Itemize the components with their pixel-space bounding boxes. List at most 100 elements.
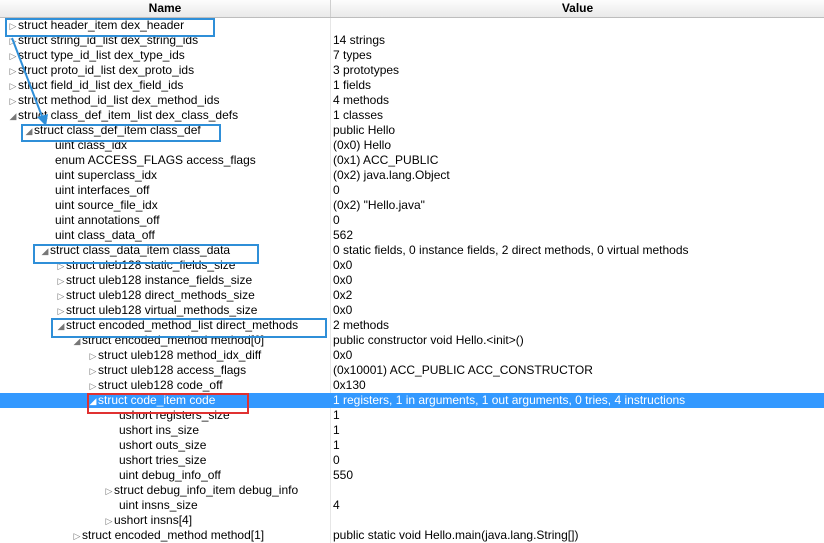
collapsed-triangle-icon[interactable]: ▷ [88,349,98,363]
tree-row[interactable]: ▷ struct uleb128 direct_methods_size 0x2 [0,288,824,303]
tree-row-value: 1 [333,408,340,422]
tree-row-value: 0 [333,213,340,227]
tree-row-name: uint class_idx [55,138,128,152]
tree-row[interactable]: ▷ struct uleb128 method_idx_diff 0x0 [0,348,824,363]
collapsed-triangle-icon[interactable]: ▷ [56,259,66,273]
value-column-header[interactable]: Value [331,0,824,17]
tree-row-name: uint source_file_idx [55,198,158,212]
tree-row-value: 0x0 [333,258,353,272]
tree-row-name: struct string_id_list dex_string_ids [18,33,199,47]
tree-row-name: struct header_item dex_header [18,18,185,32]
tree-row-value: 1 classes [333,108,384,122]
column-header: Name Value [0,0,824,18]
tree-row-value: public Hello [333,123,396,137]
expanded-triangle-icon[interactable]: ◢ [24,124,34,138]
tree-row-selected[interactable]: ◢ struct code_item code 1 registers, 1 in … [0,393,824,408]
tree-row[interactable]: uint debug_info_off 550 [0,468,824,483]
tree-row-name: uint insns_size [119,498,198,512]
name-column-header[interactable]: Name [0,0,331,17]
tree-row[interactable]: uint class_idx (0x0) Hello [0,138,824,153]
tree-row[interactable]: ▷ struct uleb128 instance_fields_size 0x0 [0,273,824,288]
tree-row-name-cell: ◢ struct class_data_item class_data [0,243,370,258]
collapsed-triangle-icon[interactable]: ▷ [104,484,114,498]
tree-row[interactable]: uint superclass_idx (0x2) java.lang.Objec… [0,168,824,183]
tree-row[interactable]: ◢ struct class_def_item class_def public H… [0,123,824,138]
expanded-triangle-icon[interactable]: ◢ [8,109,18,123]
tree-row[interactable]: ▷ struct string_id_list dex_string_ids 14 … [0,33,824,48]
expanded-triangle-icon[interactable]: ◢ [56,319,66,333]
tree-row-name-cell: ▷ struct method_id_list dex_method_ids [0,93,338,108]
tree-row[interactable]: ▷ struct debug_info_item debug_info [0,483,824,498]
collapsed-triangle-icon[interactable]: ▷ [88,379,98,393]
tree-row[interactable]: ▷ ushort insns[4] [0,513,824,528]
tree-row-name: ushort ins_size [119,423,200,437]
collapsed-triangle-icon[interactable]: ▷ [8,79,18,93]
tree-row-name: ushort registers_size [119,408,230,422]
expanded-triangle-icon[interactable]: ◢ [40,244,50,258]
tree-view[interactable]: ▷ struct header_item dex_header ▷ struct st… [0,18,824,543]
tree-row-name: struct proto_id_list dex_proto_ids [18,63,195,77]
tree-row-name: uint class_data_off [55,228,155,242]
tree-row-value: (0x2) "Hello.java" [333,198,425,212]
tree-row-name-cell: ◢ struct encoded_method_list direct_metho… [0,318,386,333]
tree-row-value: (0x10001) ACC_PUBLIC ACC_CONSTRUCTOR [333,363,593,377]
tree-row[interactable]: ushort tries_size 0 [0,453,824,468]
tree-row[interactable]: ▷ struct header_item dex_header [0,18,824,33]
collapsed-triangle-icon[interactable]: ▷ [88,364,98,378]
tree-row-value: 14 strings [333,33,386,47]
tree-row-name-cell: ushort ins_size [0,423,449,438]
tree-row-value: 1 [333,423,340,437]
tree-row[interactable]: ushort registers_size 1 [0,408,824,423]
collapsed-triangle-icon[interactable]: ▷ [8,19,18,33]
tree-row-name: struct field_id_list dex_field_ids [18,78,184,92]
tree-row[interactable]: ◢ struct encoded_method_list direct_metho… [0,318,824,333]
collapsed-triangle-icon[interactable]: ▷ [56,304,66,318]
tree-row[interactable]: ▷ struct proto_id_list dex_proto_ids 3 pro… [0,63,824,78]
collapsed-triangle-icon[interactable]: ▷ [56,274,66,288]
tree-row[interactable]: ▷ struct uleb128 virtual_methods_size 0x0 [0,303,824,318]
tree-row[interactable]: ▷ struct encoded_method method[1] public s… [0,528,824,543]
tree-row-name-cell: uint class_data_off [0,228,385,243]
tree-row-name-cell: ushort outs_size [0,438,449,453]
tree-row-value: (0x1) ACC_PUBLIC [333,153,439,167]
collapsed-triangle-icon[interactable]: ▷ [72,529,82,543]
collapsed-triangle-icon[interactable]: ▷ [8,49,18,63]
tree-row-name: ushort tries_size [119,453,207,467]
collapsed-triangle-icon[interactable]: ▷ [104,514,114,528]
tree-row-name: struct method_id_list dex_method_ids [18,93,220,107]
tree-row[interactable]: uint class_data_off 562 [0,228,824,243]
tree-row-name-cell: uint superclass_idx [0,168,385,183]
tree-row[interactable]: ushort outs_size 1 [0,438,824,453]
tree-row-value: 0 static fields, 0 instance fields, 2 di… [333,243,689,257]
tree-row-name: struct code_item code [98,393,216,407]
tree-row[interactable]: ◢ struct class_data_item class_data 0 stat… [0,243,824,258]
tree-row[interactable]: uint interfaces_off 0 [0,183,824,198]
collapsed-triangle-icon[interactable]: ▷ [56,289,66,303]
tree-row[interactable]: uint source_file_idx (0x2) "Hello.java" [0,198,824,213]
collapsed-triangle-icon[interactable]: ▷ [8,34,18,48]
tree-row-value: 0x130 [333,378,366,392]
tree-row[interactable]: ▷ struct uleb128 access_flags (0x10001) AC… [0,363,824,378]
tree-row-name: struct class_data_item class_data [50,243,231,257]
tree-row-value: (0x2) java.lang.Object [333,168,450,182]
tree-row[interactable]: uint insns_size 4 [0,498,824,513]
expanded-triangle-icon[interactable]: ◢ [72,334,82,348]
expanded-triangle-icon[interactable]: ◢ [88,394,98,408]
tree-row-value: 4 [333,498,340,512]
tree-row[interactable]: ◢ struct encoded_method method[0] public c… [0,333,824,348]
tree-row-name: uint superclass_idx [55,168,158,182]
tree-row[interactable]: ▷ struct uleb128 static_fields_size 0x0 [0,258,824,273]
collapsed-triangle-icon[interactable]: ▷ [8,94,18,108]
tree-row-value: 1 fields [333,78,372,92]
tree-row[interactable]: ▷ struct method_id_list dex_method_ids 4 m… [0,93,824,108]
tree-row[interactable]: ▷ struct type_id_list dex_type_ids 7 types [0,48,824,63]
tree-row[interactable]: ◢ struct class_def_item_list dex_class_de… [0,108,824,123]
tree-row-value: 0 [333,183,340,197]
tree-row-name: uint debug_info_off [119,468,221,482]
tree-row[interactable]: ushort ins_size 1 [0,423,824,438]
tree-row[interactable]: enum ACCESS_FLAGS access_flags (0x1) ACC_… [0,153,824,168]
tree-row[interactable]: ▷ struct uleb128 code_off 0x130 [0,378,824,393]
collapsed-triangle-icon[interactable]: ▷ [8,64,18,78]
tree-row[interactable]: uint annotations_off 0 [0,213,824,228]
tree-row[interactable]: ▷ struct field_id_list dex_field_ids 1 fie… [0,78,824,93]
